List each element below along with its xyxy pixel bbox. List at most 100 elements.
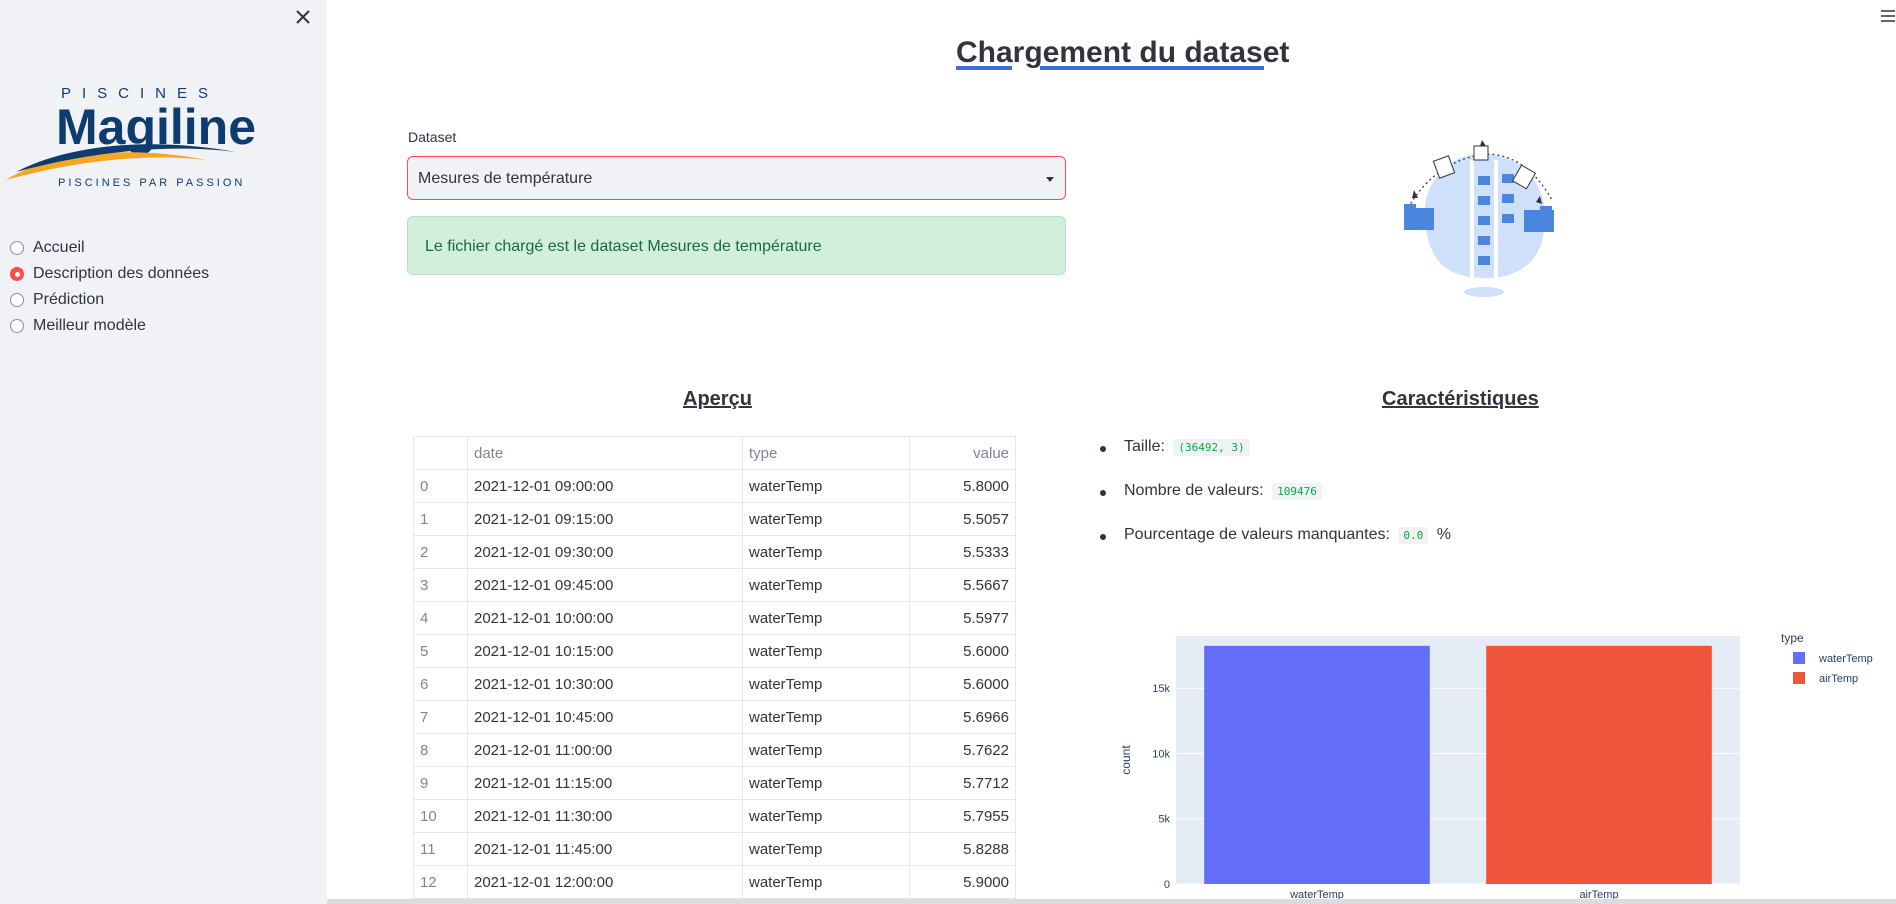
cell-value: 5.7622 bbox=[909, 733, 1016, 767]
cell-value: 5.6966 bbox=[909, 700, 1016, 734]
column-header-index[interactable] bbox=[413, 436, 468, 470]
cell-index: 10 bbox=[413, 799, 468, 833]
table-row: 0 2021-12-01 09:00:00 waterTemp 5.8000 bbox=[413, 469, 1016, 503]
cell-index: 9 bbox=[413, 766, 468, 800]
legend-swatch-airTemp bbox=[1793, 672, 1805, 684]
cell-date: 2021-12-01 10:30:00 bbox=[467, 667, 743, 701]
cell-index: 8 bbox=[413, 733, 468, 767]
data-preview-table: date type value 0 2021-12-01 09:00:00 wate… bbox=[413, 436, 1016, 899]
cell-date: 2021-12-01 12:00:00 bbox=[467, 865, 743, 899]
cell-date: 2021-12-01 10:00:00 bbox=[467, 601, 743, 635]
caracteristiques-title: Caractéristiques bbox=[1382, 388, 1539, 410]
success-alert: Le fichier chargé est le dataset Mesures… bbox=[407, 216, 1066, 275]
dataset-select[interactable]: Mesures de température bbox=[407, 156, 1066, 200]
cell-type: waterTemp bbox=[742, 667, 910, 701]
cell-index: 3 bbox=[413, 568, 468, 602]
page-title: Chargement du dataset bbox=[956, 36, 1290, 69]
radio-meilleur-modele[interactable] bbox=[10, 319, 24, 333]
cell-date: 2021-12-01 11:00:00 bbox=[467, 733, 743, 767]
cell-type: waterTemp bbox=[742, 568, 910, 602]
cell-date: 2021-12-01 09:30:00 bbox=[467, 535, 743, 569]
cell-date: 2021-12-01 09:15:00 bbox=[467, 502, 743, 536]
cell-type: waterTemp bbox=[742, 535, 910, 569]
table-row: 9 2021-12-01 11:15:00 waterTemp 5.7712 bbox=[413, 766, 1016, 800]
characteristic-code: 0.0 bbox=[1398, 527, 1429, 544]
cell-value: 5.5667 bbox=[909, 568, 1016, 602]
close-icon[interactable] bbox=[292, 6, 314, 28]
cell-value: 5.6000 bbox=[909, 634, 1016, 668]
apercu-title: Aperçu bbox=[683, 388, 752, 410]
cell-date: 2021-12-01 10:45:00 bbox=[467, 700, 743, 734]
column-header-type[interactable]: type bbox=[742, 436, 910, 470]
cell-value: 5.7712 bbox=[909, 766, 1016, 800]
bar-airTemp bbox=[1486, 645, 1712, 884]
characteristic-code: 109476 bbox=[1272, 483, 1322, 500]
cell-value: 5.8000 bbox=[909, 469, 1016, 503]
table-row: 7 2021-12-01 10:45:00 waterTemp 5.6966 bbox=[413, 700, 1016, 734]
hamburger-menu-icon[interactable] bbox=[1880, 9, 1896, 23]
column-header-value[interactable]: value bbox=[909, 436, 1016, 470]
nav-label: Prédiction bbox=[33, 291, 105, 308]
radio-description[interactable] bbox=[10, 267, 24, 281]
cell-index: 2 bbox=[413, 535, 468, 569]
cell-index: 7 bbox=[413, 700, 468, 734]
y-tick-label: 5k bbox=[1158, 814, 1170, 826]
dataset-select-value: Mesures de température bbox=[418, 170, 593, 187]
column-header-date[interactable]: date bbox=[467, 436, 743, 470]
table-row: 8 2021-12-01 11:00:00 waterTemp 5.7622 bbox=[413, 733, 1016, 767]
logo-tagline: PISCINES PAR PASSION bbox=[58, 177, 245, 189]
list-item: Pourcentage de valeurs manquantes: 0.0 % bbox=[1100, 526, 1451, 570]
horizontal-scrollbar[interactable] bbox=[327, 899, 1896, 904]
table-row: 1 2021-12-01 09:15:00 waterTemp 5.5057 bbox=[413, 502, 1016, 536]
cell-value: 5.5333 bbox=[909, 535, 1016, 569]
title-underline bbox=[956, 66, 1012, 70]
sidebar: PISCINES Magiline PISCINES PAR PASSION A… bbox=[0, 0, 327, 904]
cell-type: waterTemp bbox=[742, 502, 910, 536]
table-header-row: date type value bbox=[413, 436, 1016, 470]
characteristics-list: Taille: (36492, 3) Nombre de valeurs: 10… bbox=[1100, 438, 1451, 570]
y-tick-label: 10k bbox=[1152, 748, 1170, 760]
table-row: 3 2021-12-01 09:45:00 waterTemp 5.5667 bbox=[413, 568, 1016, 602]
cell-date: 2021-12-01 10:15:00 bbox=[467, 634, 743, 668]
cell-value: 5.5057 bbox=[909, 502, 1016, 536]
cell-type: waterTemp bbox=[742, 766, 910, 800]
cell-date: 2021-12-01 09:45:00 bbox=[467, 568, 743, 602]
characteristic-suffix: % bbox=[1436, 526, 1451, 543]
cell-value: 5.6000 bbox=[909, 667, 1016, 701]
magiline-logo: PISCINES Magiline PISCINES PAR PASSION bbox=[6, 85, 256, 189]
type-count-bar-chart: 05k10k15kwaterTemp airTempcounttypewaterT… bbox=[1119, 631, 1873, 901]
cell-index: 6 bbox=[413, 667, 468, 701]
cell-index: 11 bbox=[413, 832, 468, 866]
chevron-down-icon bbox=[1046, 177, 1054, 182]
nav-label: Accueil bbox=[33, 239, 85, 256]
nav-item-accueil[interactable]: Accueil bbox=[10, 235, 209, 261]
cell-index: 0 bbox=[413, 469, 468, 503]
title-underline bbox=[1040, 66, 1264, 70]
alert-text: Le fichier chargé est le dataset Mesures… bbox=[425, 238, 822, 255]
cell-index: 1 bbox=[413, 502, 468, 536]
cell-type: waterTemp bbox=[742, 832, 910, 866]
nav-item-prediction[interactable]: Prédiction bbox=[10, 287, 209, 313]
table-row: 10 2021-12-01 11:30:00 waterTemp 5.7955 bbox=[413, 799, 1016, 833]
cell-type: waterTemp bbox=[742, 799, 910, 833]
table-row: 12 2021-12-01 12:00:00 waterTemp 5.9000 bbox=[413, 865, 1016, 899]
cell-index: 12 bbox=[413, 865, 468, 899]
table-row: 11 2021-12-01 11:45:00 waterTemp 5.8288 bbox=[413, 832, 1016, 866]
nav-item-description[interactable]: Description des données bbox=[10, 261, 209, 287]
cell-value: 5.7955 bbox=[909, 799, 1016, 833]
y-axis-title: count bbox=[1119, 745, 1133, 775]
radio-accueil[interactable] bbox=[10, 241, 24, 255]
cell-date: 2021-12-01 11:30:00 bbox=[467, 799, 743, 833]
cell-index: 5 bbox=[413, 634, 468, 668]
cell-type: waterTemp bbox=[742, 865, 910, 899]
y-tick-label: 15k bbox=[1152, 683, 1170, 695]
radio-prediction[interactable] bbox=[10, 293, 24, 307]
nav-label: Meilleur modèle bbox=[33, 317, 146, 334]
characteristic-label: Pourcentage de valeurs manquantes: bbox=[1124, 526, 1390, 543]
legend-title: type bbox=[1781, 631, 1804, 645]
cell-type: waterTemp bbox=[742, 733, 910, 767]
dataset-label: Dataset bbox=[408, 129, 457, 145]
nav-item-meilleur-modele[interactable]: Meilleur modèle bbox=[10, 313, 209, 339]
cell-index: 4 bbox=[413, 601, 468, 635]
cell-type: waterTemp bbox=[742, 700, 910, 734]
